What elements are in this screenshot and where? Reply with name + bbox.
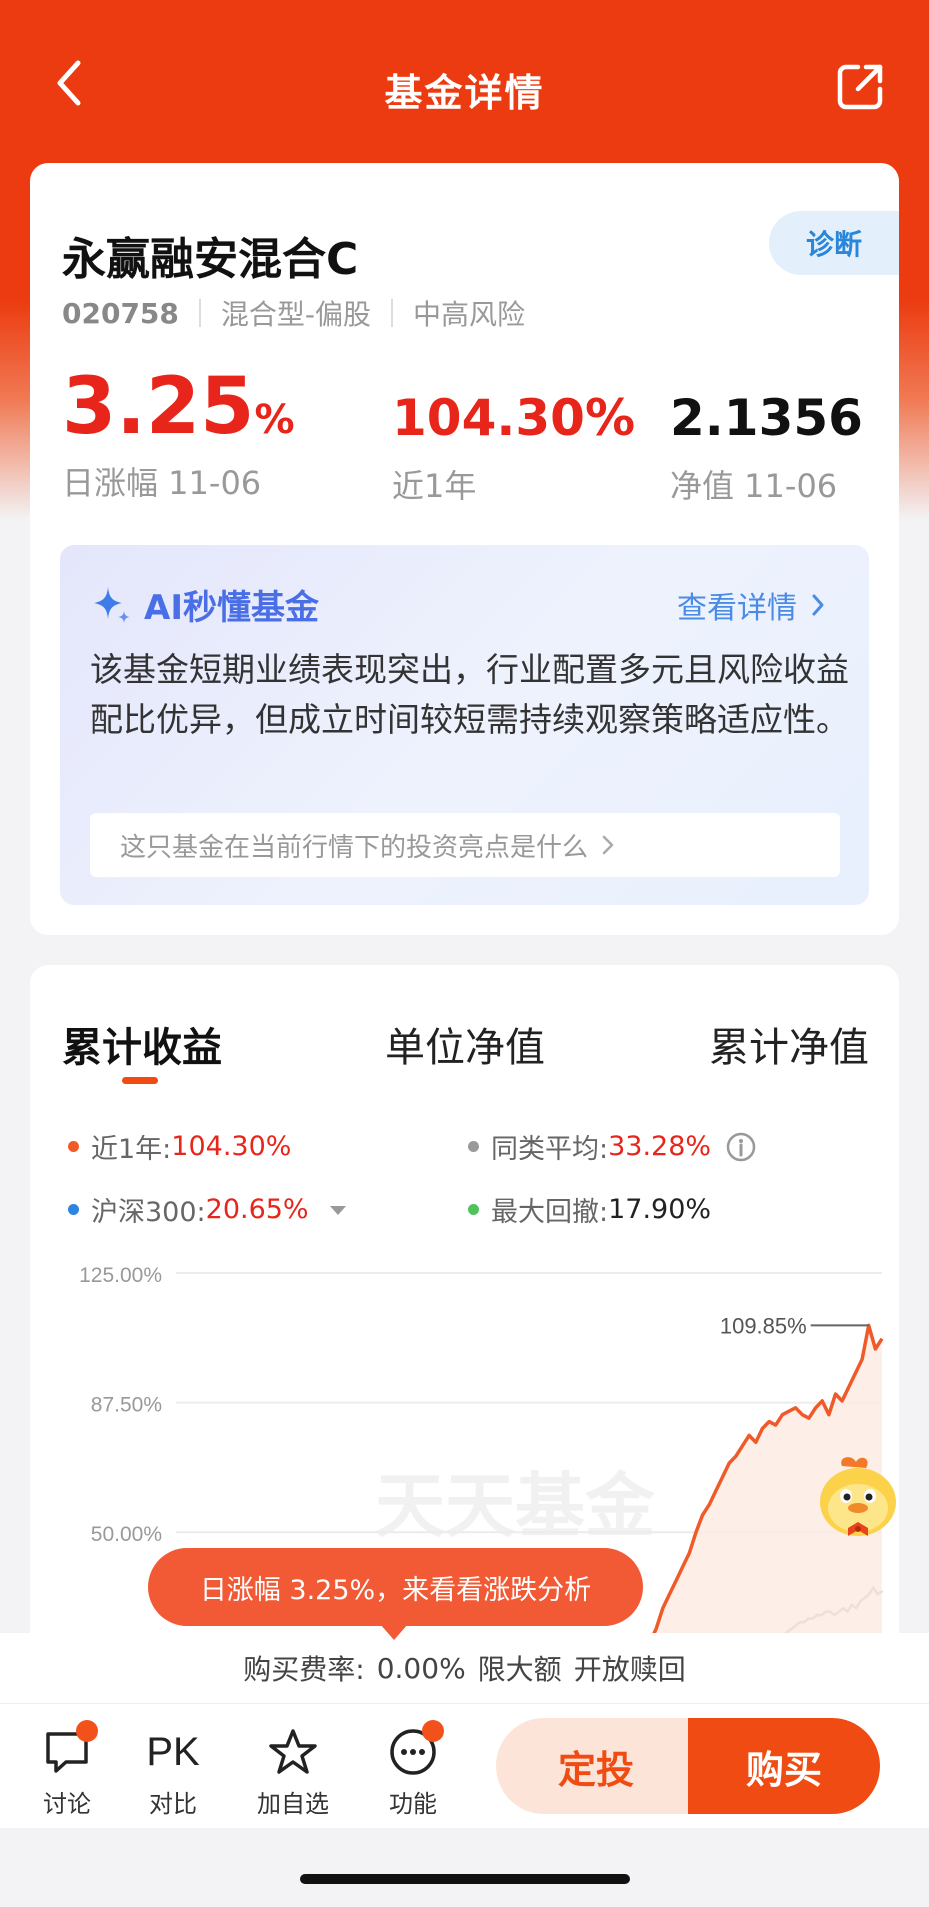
one-year-value: 104.30% bbox=[392, 389, 636, 447]
ai-title-text: AI秒懂基金 bbox=[144, 588, 319, 628]
nav-discuss-label: 讨论 bbox=[43, 1790, 91, 1818]
fund-meta: 020758 混合型-偏股 中高风险 bbox=[62, 293, 525, 333]
fund-code: 020758 bbox=[62, 296, 179, 330]
ai-title: AI秒懂基金 bbox=[90, 580, 319, 629]
nav-compare-label: 对比 bbox=[149, 1790, 197, 1818]
divider bbox=[391, 299, 394, 327]
star-icon bbox=[269, 1729, 317, 1774]
nav-add-watchlist-label: 加自选 bbox=[257, 1790, 329, 1818]
fee-label: 购买费率: bbox=[243, 1653, 365, 1686]
share-icon bbox=[837, 64, 883, 110]
nav-compare[interactable]: PK 对比 bbox=[128, 1726, 218, 1819]
ai-question-prompt[interactable]: 这只基金在当前行情下的投资亮点是什么 bbox=[90, 813, 840, 877]
y-tick-label: 50.00% bbox=[91, 1523, 162, 1546]
chevron-right-icon bbox=[602, 835, 614, 855]
bottom-safe-area bbox=[0, 1828, 929, 1907]
peak-label: 109.85% bbox=[720, 1313, 807, 1338]
nav-discuss[interactable]: 讨论 bbox=[22, 1720, 112, 1819]
chevron-right-icon bbox=[812, 594, 824, 616]
chart-watermark: 天天基金 bbox=[375, 1465, 656, 1547]
fund-name: 永赢融安混合C bbox=[62, 234, 359, 285]
sparkle-icon bbox=[94, 586, 130, 623]
ai-more-link[interactable]: 查看详情 bbox=[677, 583, 829, 627]
fund-summary-card: 永赢融安混合C 诊断 020758 混合型-偏股 中高风险 3.25% 日涨幅 … bbox=[30, 163, 899, 543]
fund-type: 混合型-偏股 bbox=[220, 298, 372, 331]
nav-add-watchlist[interactable]: 加自选 bbox=[248, 1726, 338, 1819]
action-buttons: 定投 购买 bbox=[496, 1718, 880, 1814]
ai-card: AI秒懂基金 查看详情 该基金短期业绩表现突出，行业配置多元且风险收益配比优异，… bbox=[30, 520, 899, 935]
diagnose-button[interactable]: 诊断 bbox=[769, 211, 899, 275]
y-tick-label: 125.00% bbox=[79, 1264, 162, 1287]
share-button[interactable] bbox=[833, 58, 889, 114]
buy-button[interactable]: 购买 bbox=[688, 1718, 880, 1814]
notification-badge bbox=[76, 1720, 98, 1742]
redemption-status: 开放赎回 bbox=[573, 1653, 686, 1686]
analysis-tip[interactable]: 日涨幅 3.25%，来看看涨跌分析 bbox=[148, 1548, 643, 1640]
purchase-limit: 限大额 bbox=[477, 1653, 562, 1686]
nav-functions[interactable]: 功能 bbox=[368, 1720, 458, 1819]
one-year-label: 近1年 bbox=[392, 467, 477, 505]
top-bar: 基金详情 bbox=[0, 40, 929, 130]
ai-summary-box: AI秒懂基金 查看详情 该基金短期业绩表现突出，行业配置多元且风险收益配比优异，… bbox=[60, 545, 869, 905]
ai-question-text: 这只基金在当前行情下的投资亮点是什么 bbox=[120, 832, 589, 863]
daily-change-metric: 3.25% 日涨幅 11-06 bbox=[62, 368, 295, 504]
analysis-tip-text: 日涨幅 3.25%，来看看涨跌分析 bbox=[199, 1574, 592, 1606]
nav-value: 2.1356 bbox=[670, 389, 863, 447]
page-title: 基金详情 bbox=[384, 71, 545, 115]
fund-risk: 中高风险 bbox=[413, 298, 526, 331]
one-year-metric: 104.30% 近1年 bbox=[392, 393, 635, 507]
fee-info-bar: 购买费率: 0.00% 限大额 开放赎回 bbox=[0, 1633, 929, 1703]
daily-change-label: 日涨幅 11-06 bbox=[62, 464, 262, 502]
daily-change-unit: % bbox=[254, 397, 295, 443]
home-indicator bbox=[300, 1874, 630, 1884]
bottom-action-bar: 讨论 PK 对比 加自选 功能 定投 购买 bbox=[0, 1703, 929, 1828]
fee-value: 0.00% bbox=[376, 1651, 466, 1685]
nav-label: 净值 11-06 bbox=[670, 467, 838, 505]
pk-icon: PK bbox=[146, 1729, 200, 1774]
nav-metric: 2.1356 净值 11-06 bbox=[670, 393, 863, 507]
auto-invest-button[interactable]: 定投 bbox=[496, 1718, 696, 1814]
divider bbox=[198, 299, 201, 327]
y-tick-label: 87.50% bbox=[91, 1394, 162, 1417]
ai-more-label: 查看详情 bbox=[677, 591, 797, 626]
nav-functions-label: 功能 bbox=[389, 1790, 437, 1818]
daily-change-value: 3.25 bbox=[62, 362, 255, 452]
ai-summary-text: 该基金短期业绩表现突出，行业配置多元且风险收益配比优异，但成立时间较短需持续观察… bbox=[90, 650, 849, 739]
mascot-icon[interactable] bbox=[812, 1452, 904, 1544]
notification-badge bbox=[422, 1720, 444, 1742]
